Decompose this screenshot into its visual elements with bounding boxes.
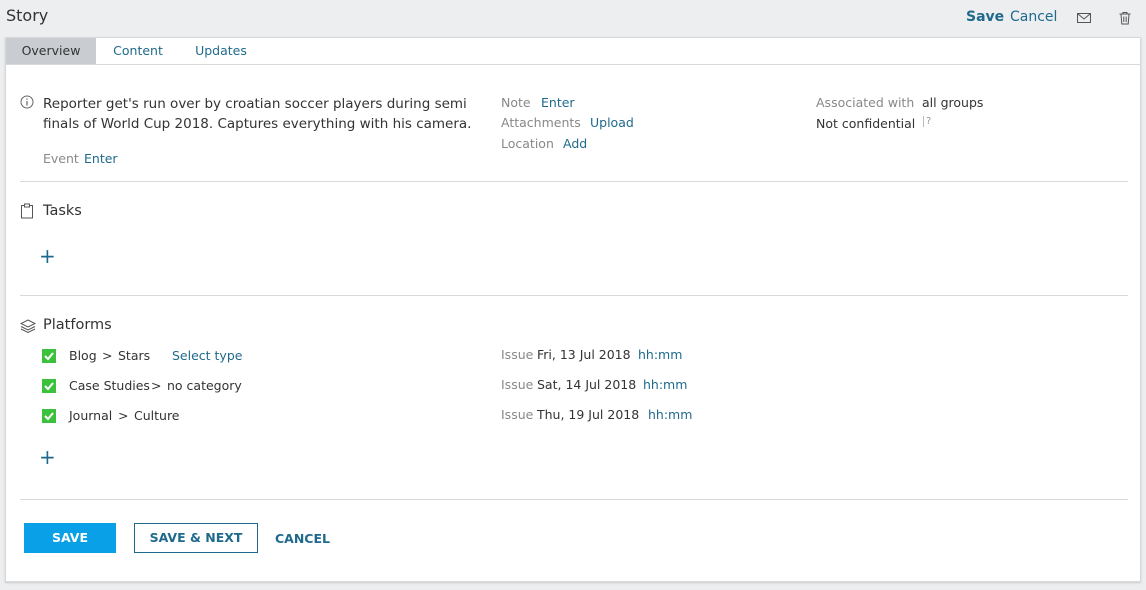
header-save-link[interactable]: Save xyxy=(966,9,1004,25)
platform-category[interactable]: Stars xyxy=(118,348,150,363)
tab-updates[interactable]: Updates xyxy=(186,38,256,64)
tasks-title: Tasks xyxy=(43,203,82,219)
platform-separator: > xyxy=(151,378,162,393)
page-title: Story xyxy=(6,6,49,25)
confidential-value[interactable]: Not confidential xyxy=(816,116,915,131)
check-icon xyxy=(44,412,54,421)
add-task-button[interactable]: + xyxy=(39,246,56,266)
tab-content[interactable]: Content xyxy=(102,38,174,64)
issue-time-link[interactable]: hh:mm xyxy=(643,377,687,392)
event-enter-link[interactable]: Enter xyxy=(84,151,118,166)
issue-time-link[interactable]: hh:mm xyxy=(648,407,692,422)
issue-time-link[interactable]: hh:mm xyxy=(638,347,682,362)
tab-bar: Overview Content Updates xyxy=(6,38,1140,65)
platform-name: Case Studies xyxy=(69,378,150,393)
mail-icon[interactable] xyxy=(1076,10,1092,26)
story-panel: Overview Content Updates Reporter get's … xyxy=(5,37,1141,582)
platform-separator: > xyxy=(102,348,113,363)
header-cancel-link[interactable]: Cancel xyxy=(1010,9,1057,25)
location-add-link[interactable]: Add xyxy=(563,136,587,151)
platform-name: Journal xyxy=(69,408,113,423)
issue-date[interactable]: Thu, 19 Jul 2018 xyxy=(537,407,639,422)
attachments-upload-link[interactable]: Upload xyxy=(590,115,634,130)
clipboard-icon xyxy=(20,203,34,223)
platforms-title: Platforms xyxy=(43,317,112,333)
attachments-label: Attachments xyxy=(501,115,581,130)
issue-label: Issue xyxy=(501,347,534,362)
platform-checkbox[interactable] xyxy=(42,379,56,393)
story-header: Story Save Cancel xyxy=(0,0,1146,37)
info-icon xyxy=(20,95,34,113)
confidential-help-icon[interactable]: ? xyxy=(923,116,931,127)
divider xyxy=(20,295,1128,296)
select-type-link[interactable]: Select type xyxy=(172,348,242,363)
check-icon xyxy=(44,352,54,361)
event-label: Event xyxy=(43,151,79,166)
platform-name: Blog xyxy=(69,348,97,363)
issue-label: Issue xyxy=(501,377,534,392)
platform-checkbox[interactable] xyxy=(42,409,56,423)
divider xyxy=(20,499,1128,500)
platform-category[interactable]: no category xyxy=(167,378,242,393)
tab-overview[interactable]: Overview xyxy=(6,38,96,64)
layers-icon xyxy=(19,318,37,338)
save-button[interactable]: SAVE xyxy=(24,523,116,553)
check-icon xyxy=(44,382,54,391)
associated-value[interactable]: all groups xyxy=(922,95,983,110)
associated-label: Associated with xyxy=(816,95,915,110)
add-platform-button[interactable]: + xyxy=(39,447,56,467)
cancel-button[interactable]: CANCEL xyxy=(275,531,330,546)
location-label: Location xyxy=(501,136,554,151)
trash-icon[interactable] xyxy=(1117,10,1133,26)
issue-date[interactable]: Sat, 14 Jul 2018 xyxy=(537,377,636,392)
divider xyxy=(20,181,1128,182)
platform-checkbox[interactable] xyxy=(42,349,56,363)
platform-category[interactable]: Culture xyxy=(134,408,180,423)
issue-date[interactable]: Fri, 13 Jul 2018 xyxy=(537,347,631,362)
note-label: Note xyxy=(501,95,531,110)
note-enter-link[interactable]: Enter xyxy=(541,95,575,110)
issue-label: Issue xyxy=(501,407,534,422)
platform-separator: > xyxy=(118,408,129,423)
story-description: Reporter get's run over by croatian socc… xyxy=(43,96,472,132)
save-next-button[interactable]: SAVE & NEXT xyxy=(134,523,258,553)
